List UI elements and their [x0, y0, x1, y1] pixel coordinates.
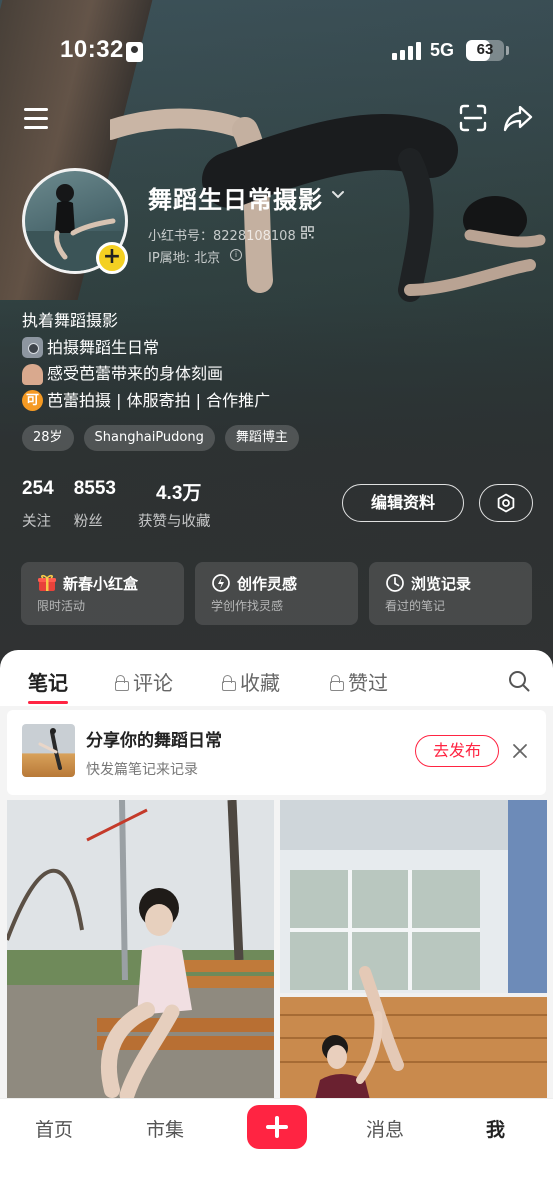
- menu-icon[interactable]: [24, 106, 50, 130]
- tab-comments[interactable]: 评论: [115, 667, 173, 696]
- card-title: 浏览记录: [411, 574, 472, 593]
- lock-icon: [222, 674, 236, 691]
- chevron-down-icon[interactable]: [330, 186, 346, 202]
- bio-line: 芭蕾拍摄 | 体服寄拍 | 合作推广: [47, 390, 271, 410]
- bio-line: 拍摄舞蹈生日常: [47, 337, 160, 357]
- lock-icon: [115, 674, 129, 691]
- info-icon[interactable]: i: [230, 249, 242, 261]
- tag-location: ShanghaiPudong: [83, 425, 215, 451]
- stat-label: 关注: [22, 514, 51, 530]
- tab-collections[interactable]: 收藏: [222, 667, 280, 696]
- network-type: 5G: [430, 40, 455, 60]
- card-subtitle: 看过的笔记: [385, 599, 446, 613]
- search-icon[interactable]: [507, 669, 531, 693]
- stat-label: 获赞与收藏: [137, 514, 211, 530]
- tab-notes[interactable]: 笔记: [28, 667, 68, 696]
- card-creative-inspiration[interactable]: 创作灵感 学创作找灵感: [195, 562, 358, 625]
- stat-followers[interactable]: 8553 粉丝: [74, 478, 116, 531]
- card-browse-history[interactable]: 浏览记录 看过的笔记: [369, 562, 532, 625]
- contact-card-icon: [126, 42, 143, 62]
- card-title: 创作灵感: [237, 574, 298, 593]
- battery-level: 63: [476, 41, 494, 58]
- prompt-thumbnail: [22, 724, 75, 777]
- edit-profile-button[interactable]: 编辑资料: [342, 484, 464, 522]
- close-icon[interactable]: [512, 743, 528, 759]
- ip-location: IP属地: 北京: [148, 251, 221, 266]
- bio-line: 执着舞蹈摄影: [22, 311, 119, 330]
- share-icon[interactable]: [502, 102, 534, 134]
- card-new-year-box[interactable]: 新春小红盒 限时活动: [21, 562, 184, 625]
- nav-messages[interactable]: 消息: [366, 1115, 404, 1142]
- stat-value: 4.3万: [155, 483, 202, 504]
- profile-page: 10:32 5G 63 + 舞蹈生日常摄影 小红书号：8228108108 IP…: [0, 0, 553, 1200]
- status-time: 10:32: [60, 36, 124, 63]
- profile-id: 小红书号：8228108108: [148, 229, 296, 244]
- feature-cards: 新春小红盒 限时活动 创作灵感 学创作找灵感 浏览记录 看过的笔记: [21, 562, 532, 625]
- stat-likes-and-collects[interactable]: 4.3万 获赞与收藏: [138, 478, 211, 531]
- add-avatar-button[interactable]: +: [96, 242, 128, 274]
- profile-bio: 执着舞蹈摄影 拍摄舞蹈生日常 感受芭蕾带来的身体刻画 可芭蕾拍摄 | 体服寄拍 …: [22, 308, 270, 414]
- tab-liked[interactable]: 赞过: [330, 667, 388, 696]
- note-cover-image: [7, 800, 274, 1100]
- gift-icon: [38, 574, 56, 591]
- ke-badge-emoji-icon: 可: [22, 390, 43, 412]
- tag-profession: 舞蹈博主: [224, 425, 299, 451]
- publish-button[interactable]: 去发布: [415, 735, 499, 767]
- tag-age: 28岁: [22, 425, 74, 451]
- profile-stats: 254 关注 8553 粉丝 4.3万 获赞与收藏: [22, 478, 210, 531]
- tab-label: 收藏: [240, 671, 280, 695]
- active-tab-indicator: [28, 701, 68, 704]
- note-card[interactable]: [7, 800, 274, 1100]
- card-subtitle: 学创作找灵感: [211, 599, 284, 613]
- card-subtitle: 限时活动: [37, 599, 86, 613]
- nav-home[interactable]: 首页: [35, 1115, 73, 1142]
- ballet-shoes-emoji-icon: [22, 363, 43, 385]
- qr-code-icon[interactable]: [301, 226, 314, 239]
- card-title: 新春小红盒: [63, 574, 139, 593]
- note-card[interactable]: [280, 800, 547, 1100]
- lock-icon: [330, 674, 344, 691]
- stat-following[interactable]: 254 关注: [22, 478, 54, 531]
- gear-icon: [497, 493, 515, 513]
- camera-emoji-icon: [22, 337, 43, 359]
- cellular-signal-icon: [392, 42, 422, 60]
- status-bar: 10:32 5G 63: [0, 34, 553, 70]
- bio-line: 感受芭蕾带来的身体刻画: [47, 364, 224, 383]
- bottom-tab-bar: 首页 市集 消息 我: [0, 1098, 553, 1200]
- note-cover-image: [280, 800, 547, 1100]
- nav-market[interactable]: 市集: [146, 1115, 184, 1142]
- profile-nickname: 舞蹈生日常摄影: [148, 186, 323, 214]
- lightbulb-icon: [212, 574, 230, 592]
- stat-value: 254: [22, 478, 54, 499]
- tab-label: 笔记: [28, 671, 68, 695]
- stat-label: 粉丝: [73, 514, 103, 530]
- tab-label: 赞过: [348, 671, 388, 695]
- tab-label: 评论: [133, 671, 173, 695]
- nav-me[interactable]: 我: [486, 1115, 505, 1142]
- clock-icon: [386, 574, 404, 592]
- add-post-button[interactable]: [247, 1105, 307, 1149]
- battery-icon: 63: [466, 40, 504, 61]
- prompt-title: 分享你的舞蹈日常: [86, 731, 222, 751]
- prompt-subtitle: 快发篇笔记来记录: [86, 762, 198, 778]
- stat-value: 8553: [73, 478, 116, 499]
- scan-icon[interactable]: [458, 103, 488, 133]
- settings-button[interactable]: [479, 484, 533, 522]
- profile-tags: 28岁 ShanghaiPudong 舞蹈博主: [22, 425, 299, 451]
- publish-prompt-card: 分享你的舞蹈日常 快发篇笔记来记录 去发布: [7, 710, 546, 795]
- content-tabs: 笔记 评论 收藏 赞过: [0, 650, 553, 706]
